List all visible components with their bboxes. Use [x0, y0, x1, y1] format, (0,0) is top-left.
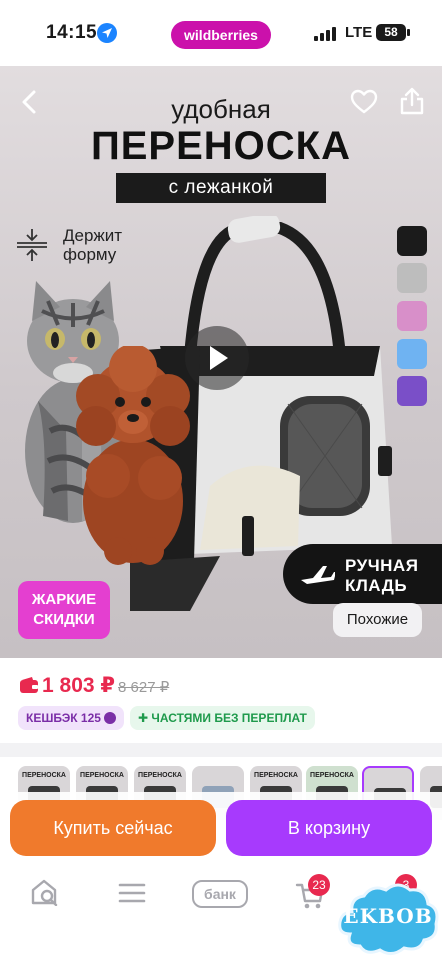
thumbnail-label: ПЕРЕНОСКА	[22, 772, 66, 779]
battery-tip	[407, 29, 410, 36]
add-to-cart-button[interactable]: В корзину	[226, 800, 432, 856]
thumbnail-label: ПЕРЕНОСКА	[138, 772, 182, 779]
compress-icon	[17, 229, 47, 261]
video-play-button[interactable]	[185, 326, 249, 390]
color-swatch-blue[interactable]	[397, 339, 427, 369]
installments-text: ЧАСТЯМИ БЕЗ ПЕРЕПЛАТ	[151, 711, 307, 725]
watermark-logo: EKBOB	[336, 878, 440, 958]
color-swatch-black[interactable]	[397, 226, 427, 256]
wallet-icon	[20, 677, 38, 693]
buy-now-button[interactable]: Купить сейчас	[10, 800, 216, 856]
cashback-chip[interactable]: КЕШБЭК 125	[18, 706, 124, 730]
bank-tab[interactable]: банк	[192, 880, 248, 908]
thumbnail-label: ПЕРЕНОСКА	[254, 772, 298, 779]
wildberries-badge: wildberries	[171, 21, 271, 49]
battery-icon: 58	[376, 24, 406, 41]
hero-title-small: удобная	[171, 94, 271, 124]
home-search-icon[interactable]	[30, 878, 60, 906]
installments-chip[interactable]: ✚ ЧАСТЯМИ БЕЗ ПЕРЕПЛАТ	[130, 706, 315, 730]
color-swatch-pink[interactable]	[397, 301, 427, 331]
thumbnail-label: ПЕРЕНОСКА	[80, 772, 124, 779]
network-type: LTE	[345, 24, 373, 41]
dog-image	[76, 346, 190, 565]
location-arrow-icon	[97, 23, 117, 43]
hand-luggage-text: РУЧНАЯ КЛАДЬ	[345, 556, 419, 595]
hero-title-big: ПЕРЕНОСКА	[91, 124, 351, 168]
current-price: 1 803 ₽	[42, 674, 115, 697]
cashback-text: КЕШБЭК 125	[26, 711, 101, 725]
section-divider	[0, 743, 442, 757]
old-price: 8 627 ₽	[118, 679, 170, 696]
play-icon	[210, 346, 228, 370]
menu-icon[interactable]	[118, 882, 146, 904]
color-swatch-purple[interactable]	[397, 376, 427, 406]
hero-title-tag: с лежанкой	[116, 173, 326, 203]
watermark-text: EKBOB	[343, 904, 433, 928]
signal-icon	[314, 27, 338, 46]
thumbnail-label: ПЕРЕНОСКА	[310, 772, 354, 779]
airplane-icon	[301, 566, 335, 584]
product-gallery[interactable]: удобная ПЕРЕНОСКА с лежанкой Держит форм…	[0, 66, 442, 658]
hand-luggage-badge: РУЧНАЯ КЛАДЬ	[283, 544, 442, 604]
coin-icon	[103, 712, 116, 724]
cart-count-badge: 23	[308, 874, 330, 896]
hot-sale-badge: ЖАРКИЕ СКИДКИ	[18, 581, 110, 639]
plus-icon: ✚	[138, 711, 149, 725]
status-time: 14:15	[46, 22, 98, 43]
action-bar: Купить сейчас В корзину	[0, 792, 442, 866]
status-bar: 14:15 wildberries LTE 58	[0, 0, 442, 66]
similar-button[interactable]: Похожие	[333, 603, 422, 637]
color-swatch-gray[interactable]	[397, 263, 427, 293]
